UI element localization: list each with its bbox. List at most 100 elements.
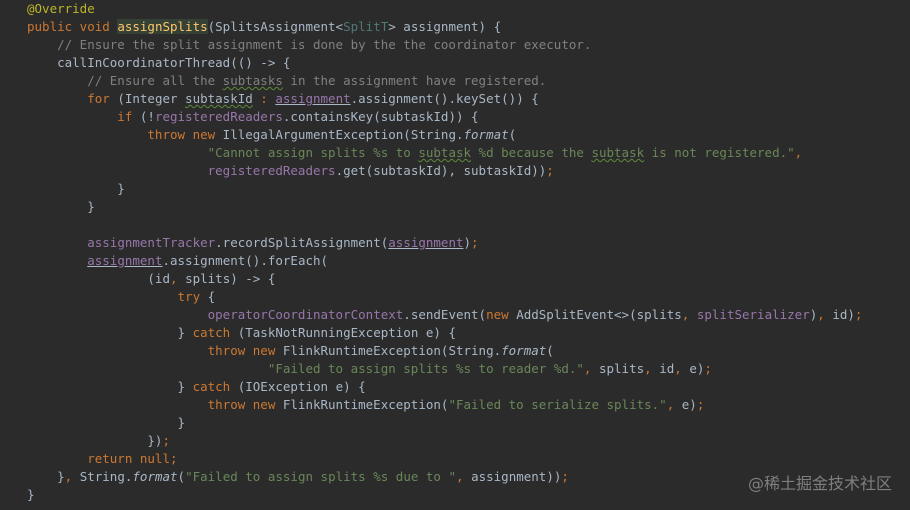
code-line-24: } <box>27 414 897 432</box>
field-assignment: assignment <box>87 253 163 268</box>
code-area[interactable]: @Override public void assignSplits(Split… <box>27 0 897 504</box>
code-text: .recordSplitAssignment( <box>215 235 389 250</box>
semicolon: ; <box>471 235 479 250</box>
code-text: callInCoordinatorThread(() -> { <box>27 55 291 70</box>
comment: // Ensure the split assignment is done b… <box>27 37 592 52</box>
code-text: { <box>207 289 216 304</box>
code-line-14: assignmentTracker.recordSplitAssignment(… <box>27 234 897 252</box>
field-registeredreaders: registeredReaders <box>154 109 283 124</box>
semicolon: ; <box>162 433 170 448</box>
code-line-7: if (!registeredReaders.containsKey(subta… <box>27 108 897 126</box>
code-line-3: // Ensure the split assignment is done b… <box>27 36 897 54</box>
code-text: } <box>27 325 193 340</box>
field-operatorcoordinatorcontext: operatorCoordinatorContext <box>207 307 404 322</box>
code-text: .sendEvent( <box>403 307 487 322</box>
string-literal: "Cannot assign splits %s to <box>27 145 419 160</box>
code-line-22: } catch (IOException e) { <box>27 378 897 396</box>
keyword: new <box>486 307 517 322</box>
comment: // Ensure all the <box>27 73 223 88</box>
code-text: } <box>27 487 35 502</box>
code-text: FlinkRuntimeException( <box>282 397 449 412</box>
code-text: IllegalArgumentException(String. <box>222 127 464 142</box>
comma: , <box>170 271 186 286</box>
code-line-19: } catch (TaskNotRunningException e) { <box>27 324 897 342</box>
code-text: ( <box>508 127 517 142</box>
static-method-format: format <box>132 469 178 484</box>
string-literal: "Failed to assign splits %s to reader %d… <box>27 361 584 376</box>
field-assignment: assignment <box>275 91 351 106</box>
code-line-23: throw new FlinkRuntimeException("Failed … <box>27 396 897 414</box>
code-text: .get(subtaskId), subtaskId)) <box>335 163 547 178</box>
semicolon: ; <box>696 397 705 412</box>
code-text: ) <box>463 235 472 250</box>
static-method-format: format <box>501 343 547 358</box>
type-parameter: SplitT <box>343 19 389 34</box>
code-line-26: return null; <box>27 450 897 468</box>
semicolon: ; <box>561 469 569 484</box>
code-text: splits <box>598 361 645 376</box>
code-line-25: }); <box>27 432 897 450</box>
string-literal: is not registered." <box>644 145 795 160</box>
code-line-12: } <box>27 198 897 216</box>
code-editor[interactable]: @Override public void assignSplits(Split… <box>0 0 910 510</box>
keyword: catch <box>192 325 238 340</box>
code-line-1: @Override <box>27 0 897 18</box>
comma: , <box>583 361 599 376</box>
code-line-4: callInCoordinatorThread(() -> { <box>27 54 897 72</box>
code-line-11: } <box>27 180 897 198</box>
code-text: e) <box>681 397 697 412</box>
keyword: return null; <box>27 451 178 466</box>
comma: , <box>644 361 660 376</box>
code-line-8: throw new IllegalArgumentException(Strin… <box>27 126 897 144</box>
keyword: catch <box>192 379 238 394</box>
semicolon: ; <box>704 361 712 376</box>
semicolon: ; <box>546 163 554 178</box>
code-line-17: try { <box>27 288 897 306</box>
code-text: } <box>27 415 186 430</box>
code-line-5: // Ensure all the subtasks in the assign… <box>27 72 897 90</box>
watermark: @稀土掘金技术社区 <box>747 474 892 493</box>
field-assignment: assignment <box>388 235 464 250</box>
code-line-16: (id, splits) -> { <box>27 270 897 288</box>
method-name-assignsplits[interactable]: assignSplits <box>117 19 208 34</box>
code-text: id) <box>832 307 855 322</box>
code-text: }) <box>27 433 163 448</box>
code-text: } <box>27 379 193 394</box>
field-assignmenttracker: assignmentTracker <box>87 235 216 250</box>
code-text: .assignment().keySet()) { <box>350 91 539 106</box>
string-literal: "Failed to serialize splits." <box>448 397 667 412</box>
comment-typo-subtasks: subtasks <box>222 73 283 88</box>
code-text: .containsKey(subtaskId)) { <box>282 109 479 124</box>
comma: , <box>817 307 833 322</box>
code-text: String. <box>79 469 133 484</box>
code-line-6: for (Integer subtaskId : assignment.assi… <box>27 90 897 108</box>
string-typo-subtask: subtask <box>418 145 472 160</box>
code-text: (id <box>27 271 170 286</box>
keyword: public void <box>27 19 118 34</box>
comma: , <box>681 307 697 322</box>
code-text: splits) -> { <box>185 271 276 286</box>
keyword: throw new <box>27 127 223 142</box>
code-text: id <box>659 361 675 376</box>
code-line-9: "Cannot assign splits %s to subtask %d b… <box>27 144 897 162</box>
code-text: FlinkRuntimeException(String. <box>282 343 502 358</box>
code-text: } <box>27 469 65 484</box>
code-text: (! <box>139 109 155 124</box>
semicolon: ; <box>854 307 863 322</box>
keyword: throw new <box>27 397 283 412</box>
comma: , <box>666 397 682 412</box>
variable-subtaskid: subtaskId <box>185 91 253 106</box>
comma: , <box>794 145 803 160</box>
code-line-21: "Failed to assign splits %s to reader %d… <box>27 360 897 378</box>
code-text: > assignment) { <box>388 19 502 34</box>
code-line-15: assignment.assignment().forEach( <box>27 252 897 270</box>
code-text: ( <box>177 469 186 484</box>
static-method-format: format <box>463 127 509 142</box>
code-line-2: public void assignSplits(SplitsAssignmen… <box>27 18 897 36</box>
string-literal: %d because the <box>471 145 592 160</box>
keyword: if <box>27 109 140 124</box>
